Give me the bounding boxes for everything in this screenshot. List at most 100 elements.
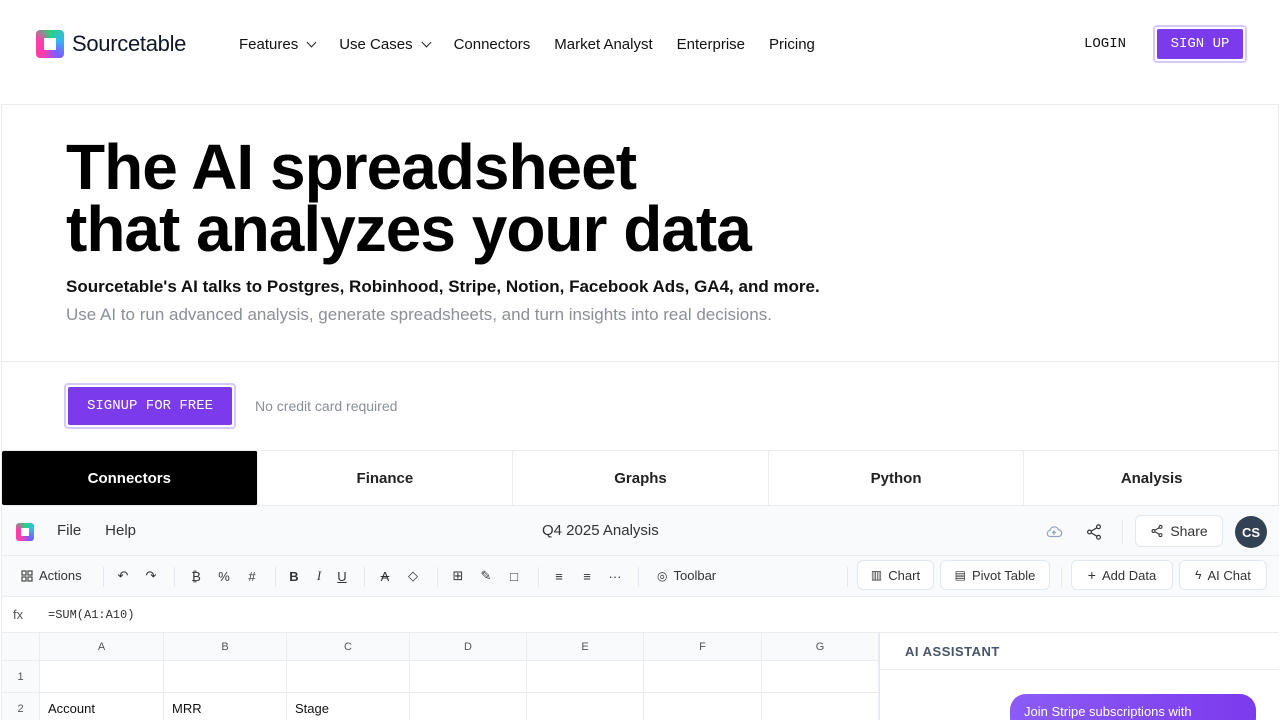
cell[interactable] (644, 693, 762, 720)
nav-label: Use Cases (339, 35, 413, 53)
tab-finance[interactable]: Finance (258, 451, 514, 505)
tab-python[interactable]: Python (769, 451, 1025, 505)
separator (638, 567, 639, 587)
chart-button[interactable]: ▥ Chart (857, 560, 934, 590)
cell[interactable] (762, 693, 879, 720)
signup-button[interactable]: SIGN UP (1153, 25, 1247, 63)
app-titlebar: File Help Q4 2025 Analysis Share CS (2, 506, 1279, 556)
cell[interactable]: MRR (164, 693, 287, 720)
corner-cell[interactable] (2, 633, 40, 661)
add-data-button[interactable]: + Add Data (1071, 560, 1173, 590)
cell[interactable] (762, 661, 879, 693)
divider (880, 669, 1279, 670)
align-left-icon[interactable]: ≡ (550, 567, 568, 585)
tab-connectors[interactable]: Connectors (2, 451, 258, 505)
borders-icon[interactable]: ⊞ (449, 567, 467, 585)
divider (2, 361, 1279, 362)
row-header[interactable]: 1 (2, 661, 40, 693)
row-header[interactable]: 2 (2, 693, 40, 720)
tab-analysis[interactable]: Analysis (1024, 451, 1279, 505)
cell[interactable]: Account (40, 693, 164, 720)
fill-color-icon[interactable]: ◇ (404, 567, 422, 585)
cell[interactable] (410, 661, 527, 693)
cell[interactable] (527, 693, 644, 720)
login-link[interactable]: LOGIN (1084, 36, 1126, 52)
signup-free-button[interactable]: SIGNUP FOR FREE (64, 383, 236, 429)
nav-item-connectors[interactable]: Connectors (454, 34, 531, 54)
fx-label: fx (13, 607, 24, 622)
cell[interactable] (287, 661, 410, 693)
grid-icon (21, 569, 33, 582)
share-icon (1151, 524, 1163, 538)
actions-button[interactable]: Actions (21, 568, 82, 583)
ai-chat-label: AI Chat (1207, 567, 1251, 583)
nav-item-enterprise[interactable]: Enterprise (677, 34, 745, 54)
main-menu: Features Use Cases Connectors Market Ana… (239, 34, 815, 54)
underline-icon[interactable]: U (333, 567, 351, 585)
bold-icon[interactable]: B (285, 567, 303, 585)
column-header[interactable]: C (287, 633, 410, 661)
cell[interactable] (410, 693, 527, 720)
strikethrough-icon[interactable]: A (376, 567, 394, 585)
undo-icon[interactable]: ↶ (114, 567, 132, 585)
nav-item-market-analyst[interactable]: Market Analyst (554, 34, 652, 54)
cell[interactable] (644, 661, 762, 693)
document-title[interactable]: Q4 2025 Analysis (542, 522, 659, 539)
more-icon[interactable]: ··· (606, 567, 624, 585)
pivot-table-button[interactable]: ▤ Pivot Table (940, 560, 1050, 590)
menu-file[interactable]: File (57, 522, 81, 539)
spreadsheet-grid: A B C D E F G 1 2 Account MRR Stage (2, 633, 879, 720)
ai-assistant-title: AI ASSISTANT (905, 644, 1000, 659)
formula-bar: fx =SUM(A1:A10) (2, 597, 1279, 633)
chart-label: Chart (888, 567, 921, 583)
add-data-label: Add Data (1101, 567, 1157, 583)
percent-icon[interactable]: % (215, 567, 233, 585)
share-label: Share (1170, 523, 1208, 539)
no-credit-card-note: No credit card required (255, 398, 398, 414)
settings-icon: ◎ (657, 568, 668, 583)
nav-label: Enterprise (676, 35, 746, 53)
currency-icon[interactable]: ₿ (187, 567, 205, 585)
share-button[interactable]: Share (1135, 515, 1223, 547)
tab-graphs[interactable]: Graphs (513, 451, 769, 505)
nav-label: Pricing (769, 35, 815, 53)
share-nodes-icon[interactable] (1085, 523, 1103, 541)
nav-item-pricing[interactable]: Pricing (769, 34, 815, 54)
column-header[interactable]: E (527, 633, 644, 661)
cell[interactable]: Stage (287, 693, 410, 720)
column-header[interactable]: A (40, 633, 164, 661)
formula-input[interactable]: =SUM(A1:A10) (48, 608, 134, 622)
cell[interactable] (164, 661, 287, 693)
column-header[interactable]: G (762, 633, 879, 661)
separator (275, 567, 276, 587)
number-format-icon[interactable]: # (243, 567, 261, 585)
sourcetable-logo-icon[interactable] (16, 523, 34, 541)
nav-label: Connectors (453, 35, 531, 53)
signup-button-label: SIGN UP (1157, 29, 1243, 59)
nav-item-use-cases[interactable]: Use Cases (339, 34, 432, 54)
italic-icon[interactable]: I (310, 567, 328, 585)
redo-icon[interactable]: ↷ (142, 567, 160, 585)
square-icon[interactable]: □ (505, 567, 523, 585)
ai-chat-button[interactable]: ϟ AI Chat (1179, 560, 1267, 590)
feature-tabs: Connectors Finance Graphs Python Analysi… (2, 451, 1279, 505)
hero-subhead: Sourcetable's AI talks to Postgres, Robi… (66, 277, 820, 296)
align-center-icon[interactable]: ≡ (578, 567, 596, 585)
cell[interactable] (40, 661, 164, 693)
separator (538, 567, 539, 587)
pencil-icon[interactable]: ✎ (477, 567, 495, 585)
nav-item-features[interactable]: Features (239, 34, 317, 54)
cell[interactable] (527, 661, 644, 693)
column-header[interactable]: D (410, 633, 527, 661)
column-header[interactable]: B (164, 633, 287, 661)
separator (437, 567, 438, 587)
brand-logo[interactable]: Sourcetable (36, 30, 186, 58)
actions-label: Actions (39, 568, 82, 583)
user-avatar[interactable]: CS (1235, 516, 1267, 548)
column-header[interactable]: F (644, 633, 762, 661)
toolbar-toggle[interactable]: ◎ Toolbar (657, 568, 716, 583)
ai-suggestion-bubble[interactable]: Join Stripe subscriptions with (1010, 694, 1256, 720)
separator (364, 567, 365, 587)
menu-help[interactable]: Help (105, 522, 136, 539)
cloud-upload-icon[interactable] (1045, 523, 1063, 541)
